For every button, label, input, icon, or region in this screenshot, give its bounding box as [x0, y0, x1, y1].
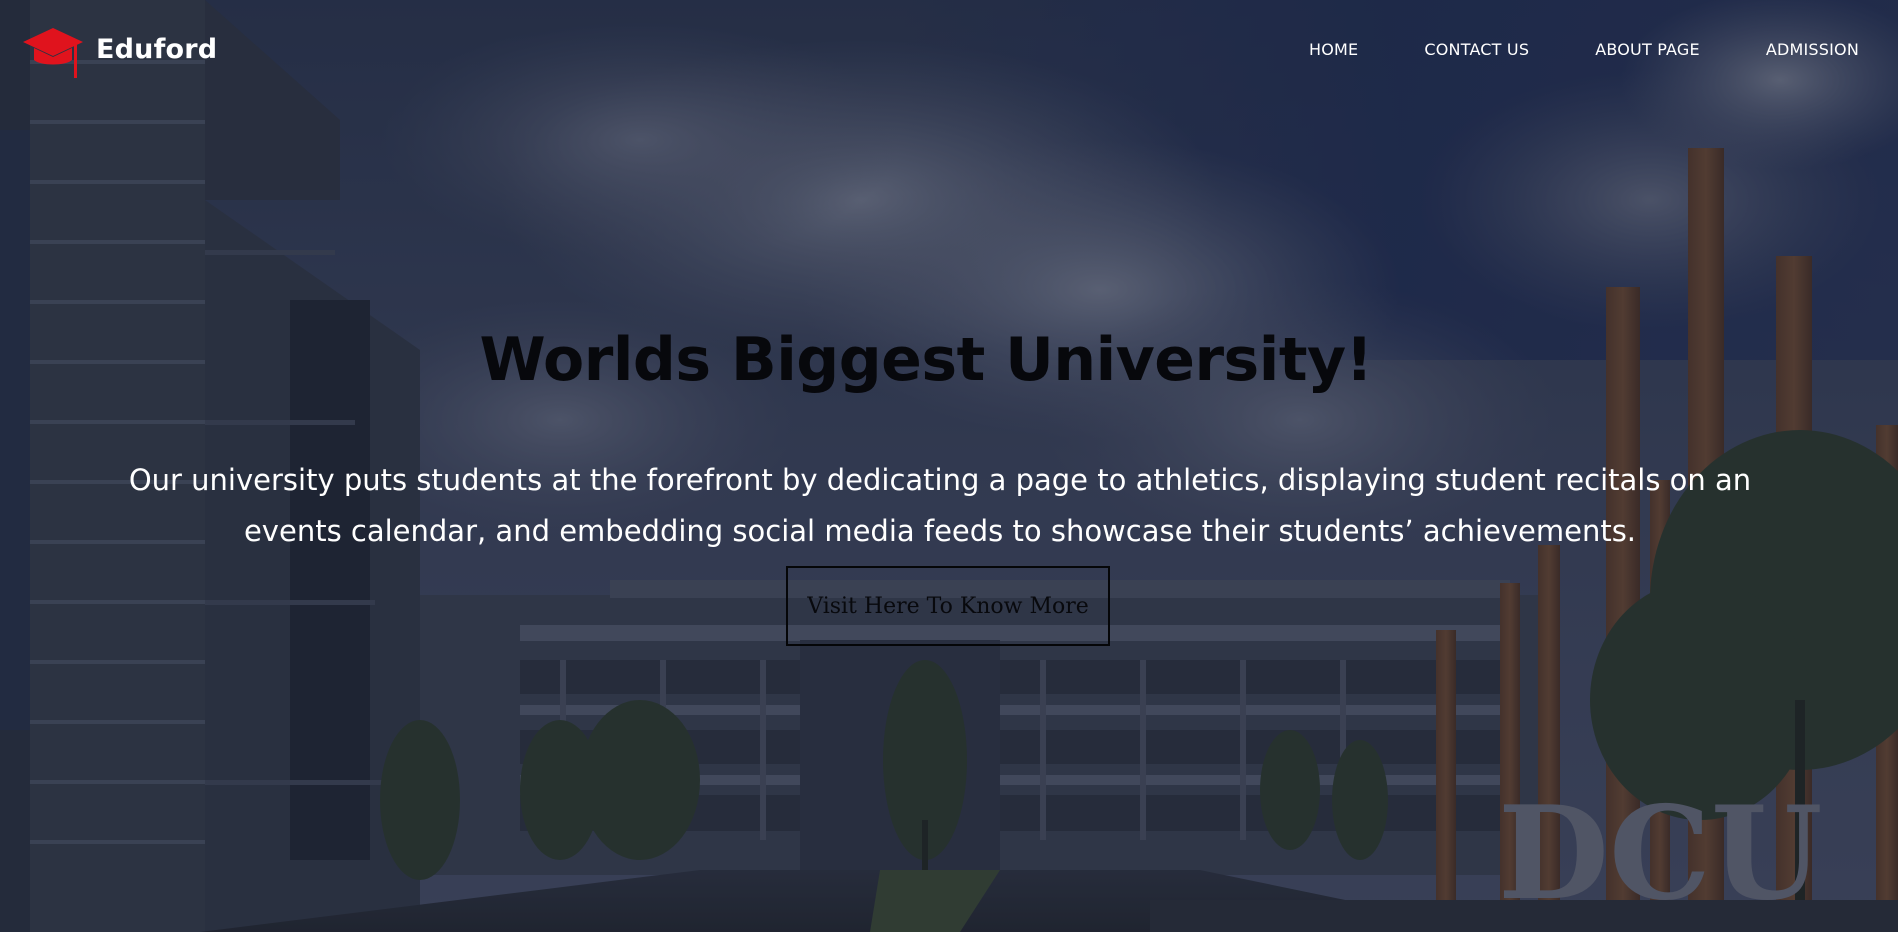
brand-logo[interactable]: Eduford [22, 26, 217, 80]
nav-item-about: ABOUT PAGE [1595, 40, 1700, 59]
hero-description: Our university puts students at the fore… [128, 463, 1752, 548]
hero-title: Worlds Biggest University! [479, 325, 1373, 395]
brand-name: Eduford [96, 33, 218, 65]
nav-item-admission: ADMISSION [1766, 40, 1859, 59]
visit-more-button[interactable]: Visit Here To Know More [786, 566, 1110, 646]
nav-menu: HOME CONTACT US ABOUT PAGE ADMISSION [1243, 40, 1859, 59]
nav-link-contact-us[interactable]: CONTACT US [1424, 40, 1529, 59]
nav-link-home[interactable]: HOME [1309, 40, 1358, 59]
navbar: Eduford HOME CONTACT US ABOUT PAGE ADMIS… [0, 0, 1898, 100]
nav-item-home: HOME [1309, 40, 1358, 59]
nav-link-admission[interactable]: ADMISSION [1766, 40, 1859, 59]
nav-item-contact: CONTACT US [1424, 40, 1529, 59]
graduation-cap-icon [22, 26, 84, 80]
nav-link-about-page[interactable]: ABOUT PAGE [1595, 40, 1700, 59]
